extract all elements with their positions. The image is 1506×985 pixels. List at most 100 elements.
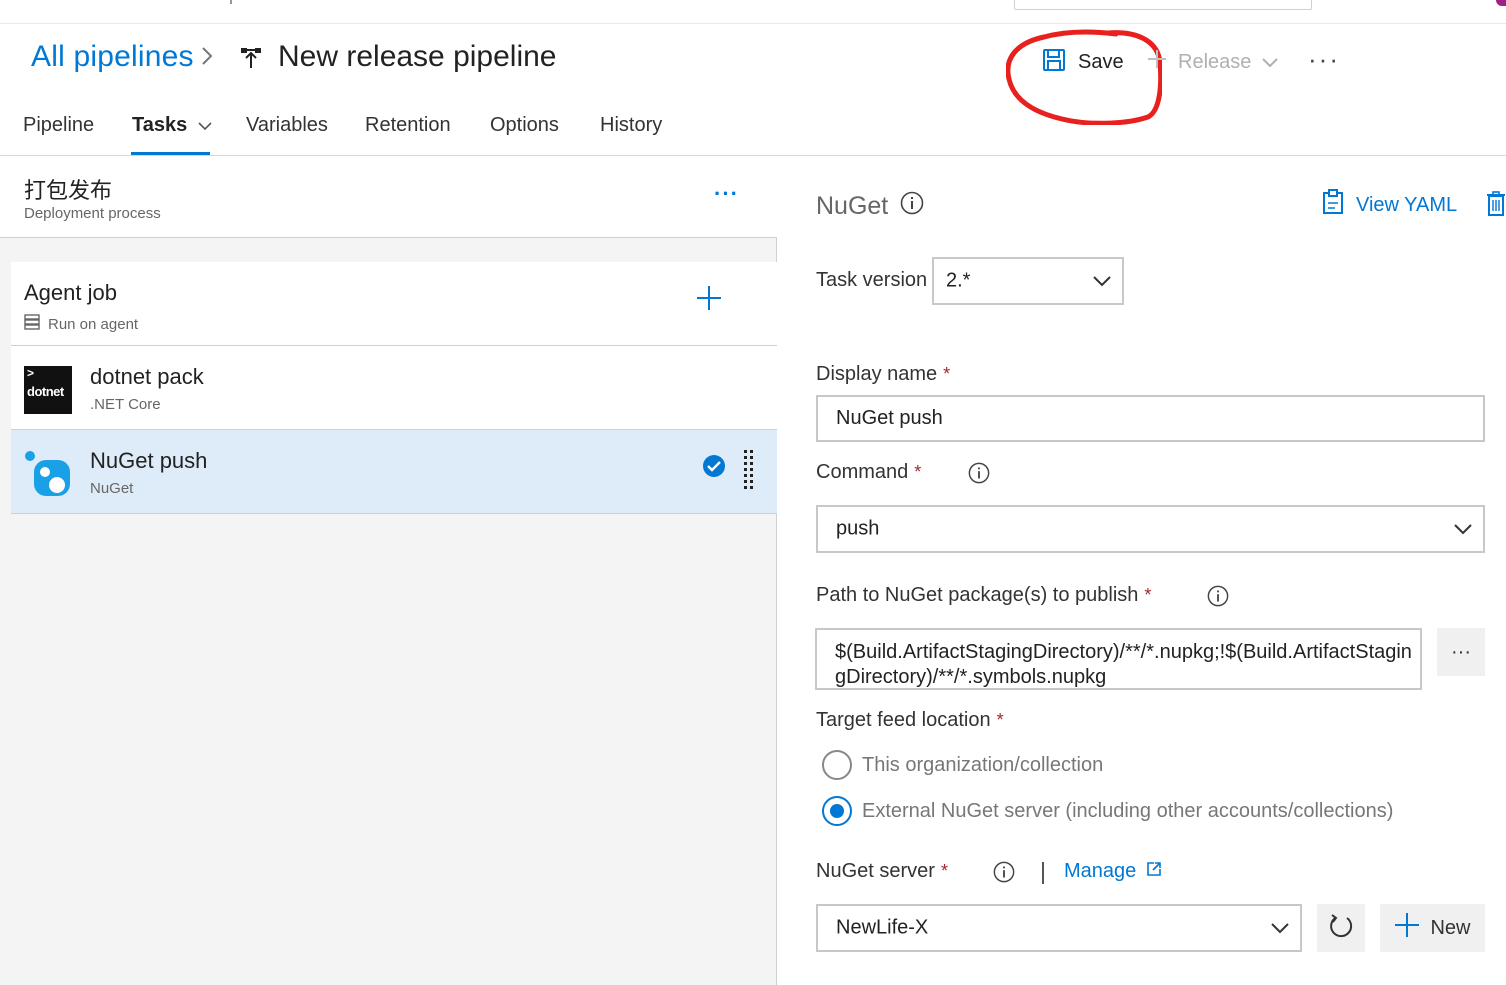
browse-path-button[interactable]: ···: [1437, 628, 1485, 676]
radio-external-server[interactable]: External NuGet server (including other a…: [822, 796, 1393, 826]
tab-tasks-label: Tasks: [132, 114, 188, 136]
chevron-down-icon: [1261, 51, 1279, 74]
task-version-select[interactable]: 2.*: [932, 257, 1124, 305]
task-row-nuget-push[interactable]: NuGet push NuGet: [11, 430, 777, 514]
save-icon: [1042, 48, 1066, 77]
dotnet-icon: > dotnet: [24, 366, 72, 414]
nuget-server-value: NewLife-X: [836, 916, 929, 939]
task-version-value: 2.*: [946, 269, 971, 292]
add-task-icon[interactable]: [695, 284, 723, 312]
refresh-icon: [1327, 912, 1355, 945]
task-row-dotnet-pack[interactable]: > dotnet dotnet pack .NET Core: [11, 346, 777, 430]
agent-job-subtitle: Run on agent: [24, 314, 138, 334]
breadcrumb-all-pipelines[interactable]: All pipelines: [31, 40, 194, 74]
chevron-down-icon: [1454, 524, 1472, 535]
save-button[interactable]: Save: [1042, 46, 1124, 78]
chevron-down-icon: [1093, 276, 1111, 287]
radio-circle-selected: [822, 796, 852, 826]
page-title: New release pipeline: [278, 40, 557, 73]
refresh-button[interactable]: [1317, 904, 1365, 952]
stage-name: 打包发布: [24, 179, 113, 204]
new-connection-button[interactable]: New: [1380, 904, 1485, 952]
manage-link[interactable]: Manage: [1064, 860, 1162, 883]
info-icon[interactable]: [968, 462, 990, 484]
nuget-icon: [24, 450, 72, 498]
release-label: Release: [1178, 50, 1252, 73]
task-subtitle: NuGet: [90, 480, 134, 497]
display-name-label: Display name *: [816, 363, 950, 386]
top-bar: [0, 0, 1506, 24]
command-value: push: [836, 517, 880, 540]
command-select[interactable]: push: [816, 505, 1485, 553]
nuget-server-label: NuGet server *: [816, 860, 948, 883]
task-version-label: Task version: [816, 269, 928, 291]
tab-pipeline[interactable]: Pipeline: [23, 114, 94, 137]
tab-history[interactable]: History: [600, 114, 662, 137]
check-circle-icon: [702, 454, 726, 478]
external-link-icon: [1146, 860, 1162, 883]
tab-tasks[interactable]: Tasks: [132, 114, 213, 137]
server-icon: [24, 314, 40, 334]
plus-icon: [1394, 912, 1420, 944]
drag-handle-icon[interactable]: [744, 450, 754, 494]
top-profile-edge: [1496, 0, 1506, 6]
stage-subtitle: Deployment process: [24, 205, 161, 222]
divider: [1042, 862, 1044, 884]
save-label: Save: [1078, 50, 1124, 73]
radio-circle: [822, 750, 852, 780]
radio-label: This organization/collection: [862, 753, 1104, 776]
required-mark: *: [996, 710, 1004, 730]
task-list-pane: 打包发布 Deployment process ··· Agent job Ru…: [0, 157, 777, 985]
dotnet-icon-prompt: >: [27, 366, 35, 380]
required-mark: *: [914, 462, 922, 482]
command-label-text: Command: [816, 461, 909, 483]
info-icon[interactable]: [1207, 585, 1229, 607]
target-feed-label: Target feed location *: [816, 709, 1004, 732]
required-mark: *: [940, 861, 948, 881]
chevron-down-icon: [197, 114, 213, 136]
tab-variables[interactable]: Variables: [246, 114, 328, 137]
release-pipeline-icon: [239, 46, 263, 70]
task-detail-heading: NuGet: [816, 191, 924, 222]
task-detail-title: NuGet: [816, 192, 889, 220]
view-yaml-button[interactable]: View YAML: [1322, 189, 1457, 221]
path-input[interactable]: $(Build.ArtifactStagingDirectory)/**/*.n…: [815, 628, 1422, 690]
task-subtitle: .NET Core: [90, 396, 161, 413]
info-icon[interactable]: [900, 191, 924, 222]
nuget-server-select[interactable]: NewLife-X: [816, 904, 1302, 952]
info-icon[interactable]: [993, 861, 1015, 883]
trash-icon[interactable]: [1486, 191, 1506, 217]
stage-header[interactable]: 打包发布 Deployment process ···: [0, 157, 777, 238]
radio-label: External NuGet server (including other a…: [862, 799, 1394, 822]
tab-retention[interactable]: Retention: [365, 114, 451, 137]
chevron-down-icon: [1271, 923, 1289, 934]
breadcrumb-separator-icon: [200, 44, 214, 75]
top-search-box[interactable]: [1014, 0, 1312, 10]
more-actions-button[interactable]: ···: [1308, 44, 1340, 75]
agent-job-row[interactable]: Agent job Run on agent: [11, 262, 777, 346]
agent-job-title: Agent job: [24, 280, 117, 305]
nuget-server-label-text: NuGet server: [816, 860, 935, 882]
agent-job-subtitle-text: Run on agent: [48, 315, 139, 333]
display-name-input[interactable]: NuGet push: [816, 395, 1485, 442]
dotnet-icon-label: dotnet: [27, 384, 64, 399]
tab-options[interactable]: Options: [490, 114, 559, 137]
required-mark: *: [1144, 585, 1152, 605]
display-name-label-text: Display name: [816, 363, 938, 385]
command-label: Command *: [816, 461, 921, 484]
stage-more-button[interactable]: ···: [714, 181, 739, 207]
clipboard-icon: [1322, 189, 1344, 221]
task-title: NuGet push: [90, 448, 208, 473]
path-label: Path to NuGet package(s) to publish *: [816, 584, 1151, 607]
top-bar-mark: [230, 0, 232, 4]
radio-this-organization[interactable]: This organization/collection: [822, 750, 1103, 780]
target-feed-label-text: Target feed location: [816, 709, 991, 731]
release-button[interactable]: Release: [1146, 46, 1279, 78]
path-label-text: Path to NuGet package(s) to publish: [816, 584, 1139, 606]
manage-label: Manage: [1064, 860, 1137, 882]
plus-icon: [1146, 48, 1168, 76]
task-detail-pane: NuGet View YAML Task version 2.* Display…: [778, 157, 1506, 985]
task-title: dotnet pack: [90, 364, 204, 389]
required-mark: *: [943, 364, 951, 384]
active-tab-indicator: [131, 152, 210, 155]
